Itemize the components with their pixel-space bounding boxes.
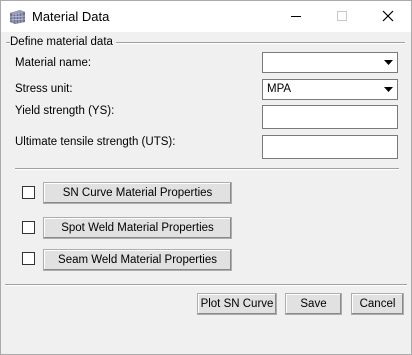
- material-name-label: Material name:: [15, 57, 92, 69]
- seam-weld-properties-button[interactable]: Seam Weld Material Properties: [43, 249, 232, 271]
- yield-strength-label: Yield strength (YS):: [15, 105, 115, 117]
- spot-weld-checkbox[interactable]: [22, 221, 35, 234]
- app-icon: [9, 8, 26, 25]
- stress-unit-label: Stress unit:: [15, 83, 73, 95]
- uts-input[interactable]: [262, 135, 398, 159]
- close-button[interactable]: [365, 1, 411, 31]
- minimize-button[interactable]: [273, 1, 319, 31]
- stress-unit-value: MPA: [267, 83, 292, 95]
- group-title: Define material data: [10, 36, 115, 48]
- close-icon: [382, 10, 394, 22]
- stress-unit-dropdown[interactable]: MPA: [262, 79, 398, 100]
- chevron-down-icon[interactable]: [380, 53, 397, 72]
- material-name-dropdown[interactable]: [262, 52, 398, 73]
- window-title: Material Data: [32, 9, 110, 24]
- yield-strength-input[interactable]: [262, 105, 398, 129]
- spot-weld-properties-button[interactable]: Spot Weld Material Properties: [43, 217, 232, 239]
- material-data-dialog: Material Data Define material data Mater…: [0, 0, 412, 355]
- maximize-button[interactable]: [319, 1, 365, 31]
- chevron-down-icon[interactable]: [380, 80, 397, 99]
- sn-curve-properties-button[interactable]: SN Curve Material Properties: [43, 182, 232, 204]
- maximize-icon: [337, 11, 347, 21]
- section-separator: [15, 168, 399, 170]
- plot-sn-curve-button[interactable]: Plot SN Curve: [197, 293, 277, 315]
- seam-weld-checkbox[interactable]: [22, 252, 35, 265]
- save-button[interactable]: Save: [285, 293, 342, 315]
- group-border-right: [116, 42, 405, 44]
- uts-label: Ultimate tensile strength (UTS):: [15, 136, 176, 148]
- title-bar[interactable]: Material Data: [1, 1, 411, 32]
- cancel-button[interactable]: Cancel: [351, 293, 404, 315]
- footer-separator: [5, 284, 407, 286]
- sn-curve-checkbox[interactable]: [22, 186, 35, 199]
- minimize-icon: [291, 16, 301, 17]
